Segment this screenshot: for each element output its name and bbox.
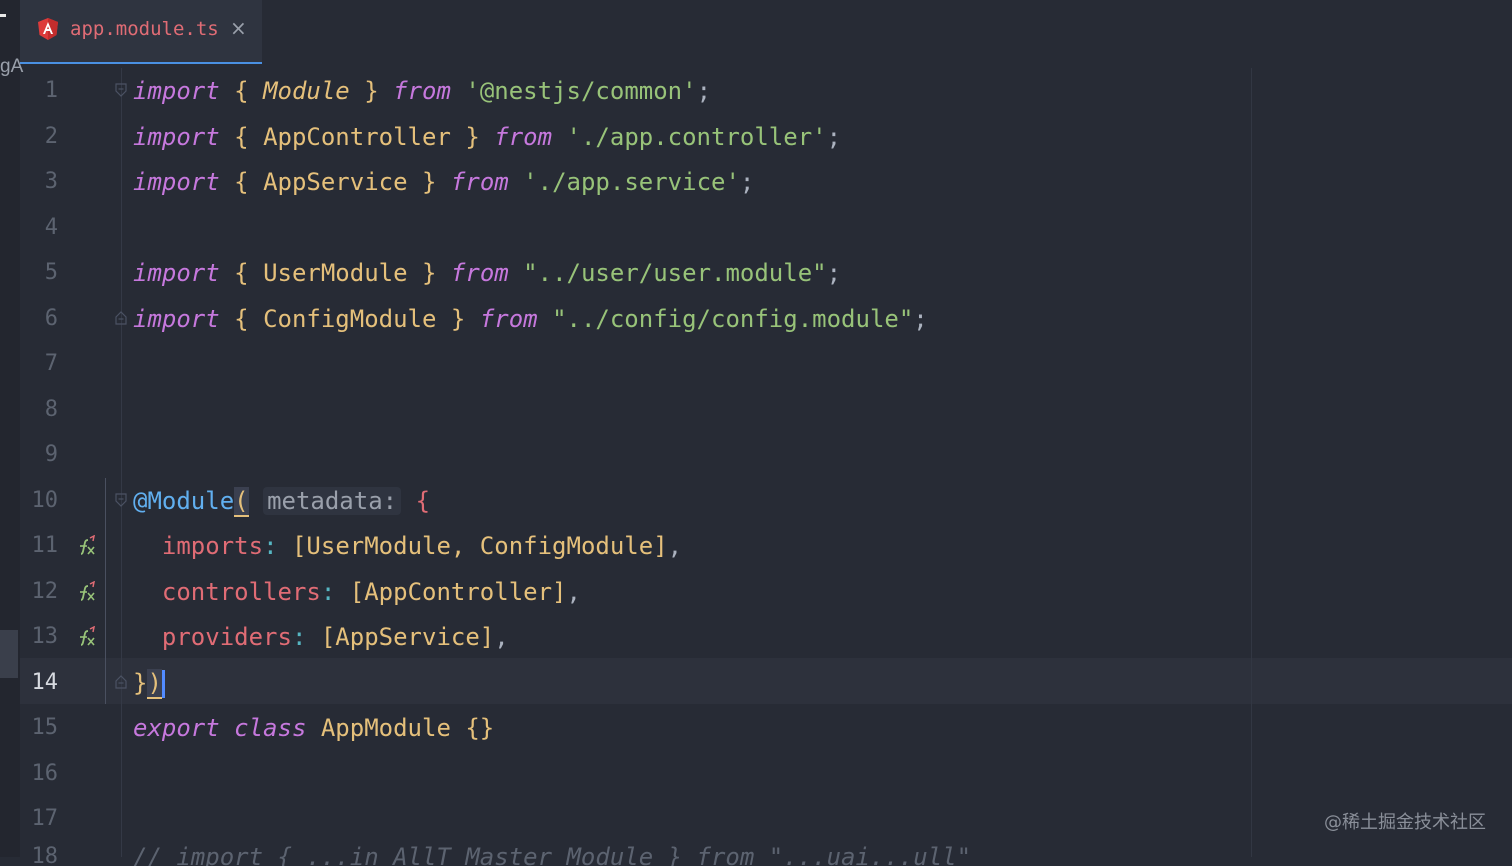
line-number: 7	[44, 351, 58, 376]
code-text: import { UserModule } from "../user/user…	[133, 259, 842, 287]
line-number: 9	[44, 442, 58, 467]
code-text: controllers: [AppController],	[161, 577, 581, 606]
line-number: 8	[44, 396, 58, 422]
code-text: import { ConfigModule } from "../config/…	[133, 304, 928, 333]
code-text: import { AppController } from './app.con…	[133, 122, 842, 151]
code-line[interactable]: 6 import { ConfigModule } from "../config…	[0, 296, 1512, 342]
text-cursor	[161, 669, 165, 698]
line-number: 3	[44, 169, 58, 194]
tab-app-module[interactable]: app.module.ts ×	[20, 0, 262, 64]
line-number: 14	[31, 669, 59, 695]
recursive-call-icon[interactable]	[77, 534, 97, 557]
code-line[interactable]: 10 @Module( metadata: {	[0, 478, 1512, 524]
editor-tab-bar: app.module.ts ×	[20, 0, 1512, 64]
strip-marker	[0, 14, 6, 17]
code-text: })	[133, 660, 165, 706]
fold-icon[interactable]	[115, 310, 127, 325]
line-number: 16	[31, 760, 59, 786]
line-number: 4	[44, 214, 58, 240]
recursive-call-icon[interactable]	[77, 625, 97, 648]
code-line[interactable]: 14})	[0, 660, 1512, 706]
angular-icon	[36, 17, 60, 41]
line-number: 2	[44, 123, 58, 149]
code-text: imports: [UserModule, ConfigModule],	[161, 532, 683, 560]
code-text: import { AppService } from './app.servic…	[133, 168, 755, 196]
code-line[interactable]: 7	[0, 341, 1512, 387]
line-number: 10	[31, 487, 59, 513]
line-number: 11	[31, 533, 59, 558]
code-line[interactable]: 5 import { UserModule } from "../user/use…	[0, 250, 1512, 296]
line-number: 6	[44, 305, 58, 331]
code-line[interactable]: 8	[0, 387, 1512, 433]
code-line[interactable]: 3 import { AppService } from './app.servi…	[0, 159, 1512, 205]
close-icon[interactable]: ×	[230, 16, 247, 40]
line-number: 12	[31, 578, 59, 604]
code-line[interactable]: 15 export class AppModule {}	[0, 705, 1512, 751]
code-line[interactable]: 13 providers: [AppService],	[0, 614, 1512, 660]
line-number: 5	[44, 260, 58, 285]
code-text: export class AppModule {}	[133, 714, 495, 742]
code-text: providers: [AppService],	[161, 623, 509, 651]
code-line[interactable]: 1 import { Module } from '@nestjs/common'…	[0, 68, 1512, 114]
watermark: @稀土掘金技术社区	[1324, 812, 1486, 833]
tab-filename: app.module.ts	[70, 18, 219, 40]
line-number: 13	[31, 624, 59, 649]
code-text: @Module( metadata: {	[133, 486, 431, 517]
code-line[interactable]: 17	[0, 796, 1512, 842]
code-line[interactable]: 12 controllers: [AppController],	[0, 569, 1512, 615]
fold-icon[interactable]	[115, 492, 127, 507]
code-line[interactable]: 9	[0, 432, 1512, 478]
line-number: 18	[31, 846, 59, 866]
code-line-partial: 18 // import { ...in AllT Master Module …	[0, 846, 1512, 866]
code-line[interactable]: 2 import { AppController } from './app.co…	[0, 114, 1512, 160]
line-number: 17	[31, 806, 59, 831]
code-text: // import { ...in AllT Master Module } f…	[133, 846, 972, 866]
fold-icon[interactable]	[115, 83, 127, 97]
code-line[interactable]: 16	[0, 751, 1512, 797]
line-number: 1	[44, 78, 58, 103]
fold-icon[interactable]	[115, 674, 127, 689]
recursive-call-icon[interactable]	[77, 580, 97, 603]
code-line[interactable]: 11 imports: [UserModule, ConfigModule],	[0, 523, 1512, 569]
code-line[interactable]: 4	[0, 205, 1512, 251]
line-number: 15	[31, 715, 59, 740]
code-text: import { Module } from '@nestjs/common';	[133, 77, 712, 105]
